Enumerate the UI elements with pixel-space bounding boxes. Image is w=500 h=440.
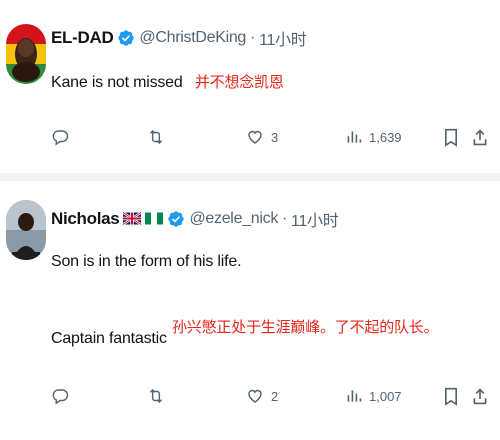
tweet-divider [0,173,500,181]
verified-badge-icon [117,29,135,47]
views-button[interactable]: 1,639 [346,128,402,146]
view-count: 1,639 [369,129,402,145]
nigeria-flag-icon [145,212,164,226]
share-icon [473,388,487,405]
retweet-button[interactable] [146,128,166,146]
bookmark-icon [444,387,458,406]
like-count: 2 [271,388,279,404]
timestamp[interactable]: 11小时 [259,26,307,50]
views-icon [347,131,362,143]
tweet-1-header: EL-DAD @ChristDeKing · 11小时 [51,26,307,50]
author-handle[interactable]: @ezele_nick [189,210,278,228]
author-name[interactable]: Nicholas [51,209,120,229]
like-icon [248,130,262,144]
avatar-nicholas[interactable] [6,200,46,260]
tweet-2-header: Nicholas @ezele_nick · 11小时 [51,207,339,231]
bookmark-button[interactable] [443,387,459,406]
like-count: 3 [271,129,279,145]
retweet-icon [149,388,163,404]
like-button[interactable]: 3 [246,128,278,146]
reply-button[interactable] [51,387,69,405]
avatar-el-dad[interactable] [6,24,46,84]
tweet-text-line-1: Son is in the form of his life. [51,253,242,270]
like-icon [248,389,262,403]
timestamp[interactable]: 11小时 [291,207,339,231]
reply-button[interactable] [51,128,69,146]
reply-icon [52,130,69,146]
views-icon [347,390,362,402]
uk-flag-icon [122,211,143,226]
bookmark-icon [444,128,458,147]
retweet-icon [149,129,163,145]
separator-dot: · [282,210,288,227]
tweet-text: Kane is not missed [51,74,183,91]
share-icon [473,129,487,146]
translation-caption: 并不想念凯恩 [194,73,284,91]
view-count: 1,007 [369,388,402,404]
share-button[interactable] [472,387,488,406]
separator-dot: · [250,29,256,46]
views-button[interactable]: 1,007 [346,387,402,405]
bookmark-button[interactable] [443,128,459,147]
tweet-text-line-2: Captain fantastic [51,330,167,347]
retweet-button[interactable] [146,387,166,405]
verified-badge-icon [167,210,185,228]
translation-caption: 孙兴慜正处于生涯巅峰。了不起的队长。 [172,318,439,336]
tweet-1-text-line: Kane is not missed 并不想念凯恩 [51,71,284,92]
share-button[interactable] [472,128,488,147]
reply-icon [52,389,69,405]
author-name[interactable]: EL-DAD [51,28,114,48]
like-button[interactable]: 2 [246,387,278,405]
author-handle[interactable]: @ChristDeKing [139,29,246,47]
